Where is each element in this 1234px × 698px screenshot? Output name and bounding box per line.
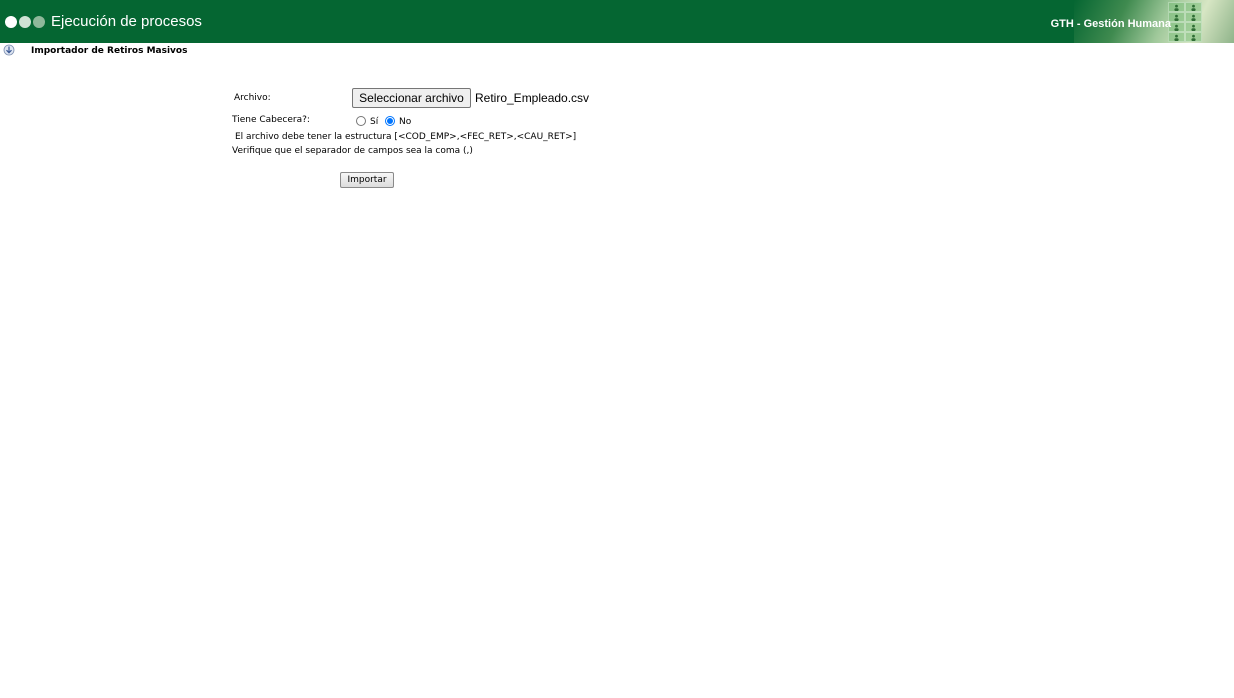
header-dot-2: [19, 16, 31, 28]
app-name: GTH - Gestión Humana: [1050, 18, 1171, 30]
header-dots: [5, 16, 45, 28]
header-title: Ejecución de procesos: [51, 13, 202, 30]
person-icon: [1168, 32, 1185, 42]
header-no-label: No: [399, 117, 412, 127]
app-header: Ejecución de procesos GTH - Gestión Huma…: [0, 0, 1234, 43]
person-icon: [1185, 32, 1202, 42]
file-label: Archivo:: [234, 93, 271, 103]
selected-file-name: Retiro_Empleado.csv: [475, 91, 590, 105]
down-arrow-icon: [3, 44, 15, 56]
section-title: Importador de Retiros Masivos: [31, 46, 188, 56]
person-icon: [1168, 2, 1185, 12]
people-icon-grid: [1168, 2, 1202, 42]
header-no-radio[interactable]: [385, 116, 395, 126]
header-yes-label: Sí: [370, 117, 379, 127]
import-button[interactable]: Importar: [340, 172, 394, 188]
header-dot-3: [33, 16, 45, 28]
person-icon: [1185, 22, 1202, 32]
header-question-label: Tiene Cabecera?:: [232, 115, 310, 125]
header-yes-radio[interactable]: [356, 116, 366, 126]
select-file-button[interactable]: Seleccionar archivo: [352, 88, 471, 108]
structure-note: El archivo debe tener la estructura [<CO…: [235, 132, 577, 142]
person-icon: [1185, 2, 1202, 12]
header-dot-1: [5, 16, 17, 28]
separator-note: Verifique que el separador de campos sea…: [232, 146, 473, 156]
person-icon: [1185, 12, 1202, 22]
